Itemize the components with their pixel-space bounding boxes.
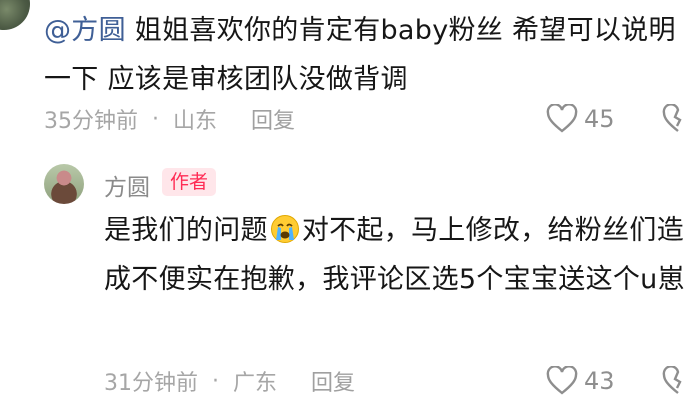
heart-icon [546, 366, 578, 395]
reply-text-part-1: 是我们的问题 [104, 215, 268, 246]
heart-icon [546, 104, 578, 133]
reply-location: 广东 [233, 371, 278, 396]
meta-separator: · [152, 106, 159, 132]
reply-author-name[interactable]: 方圆 [104, 168, 150, 202]
author-badge: 作者 [162, 168, 217, 196]
reply-like-button[interactable]: 43 [546, 366, 615, 396]
comment-reply-button[interactable]: 回复 [251, 103, 295, 135]
comment-dislike-button[interactable] [662, 103, 690, 138]
comment-body: 姐姐喜欢你的肯定有baby粉丝 希望可以说明一下 应该是审核团队没做背调 [44, 15, 676, 95]
reply-like-count: 43 [584, 367, 615, 395]
comment-location: 山东 [173, 109, 218, 134]
comment-like-button[interactable]: 45 [546, 104, 615, 134]
reply-dislike-button[interactable] [662, 365, 690, 400]
meta-separator: · [212, 368, 219, 394]
reply-meta: 31分钟前 · 广东 回复 [104, 365, 355, 397]
comment-text: @方圆 姐姐喜欢你的肯定有baby粉丝 希望可以说明一下 应该是审核团队没做背调 [44, 6, 684, 104]
reply-author-avatar[interactable] [44, 164, 84, 204]
reply-text: 是我们的问题 对不起，马上修改，给粉丝们造成不便实在抱歉，我评论区选5个宝宝送这… [104, 206, 690, 304]
crying-face-emoji-icon [270, 215, 299, 243]
commenter-avatar[interactable] [0, 0, 30, 30]
broken-heart-icon [662, 103, 682, 132]
comment-meta: 35分钟前 · 山东 回复 [44, 103, 295, 135]
broken-heart-icon [662, 365, 682, 394]
comment-time: 35分钟前 [44, 109, 138, 134]
reply-time: 31分钟前 [104, 371, 198, 396]
mention-link[interactable]: @方圆 [44, 15, 126, 46]
comment-like-count: 45 [584, 105, 615, 133]
reply-reply-button[interactable]: 回复 [311, 365, 355, 397]
